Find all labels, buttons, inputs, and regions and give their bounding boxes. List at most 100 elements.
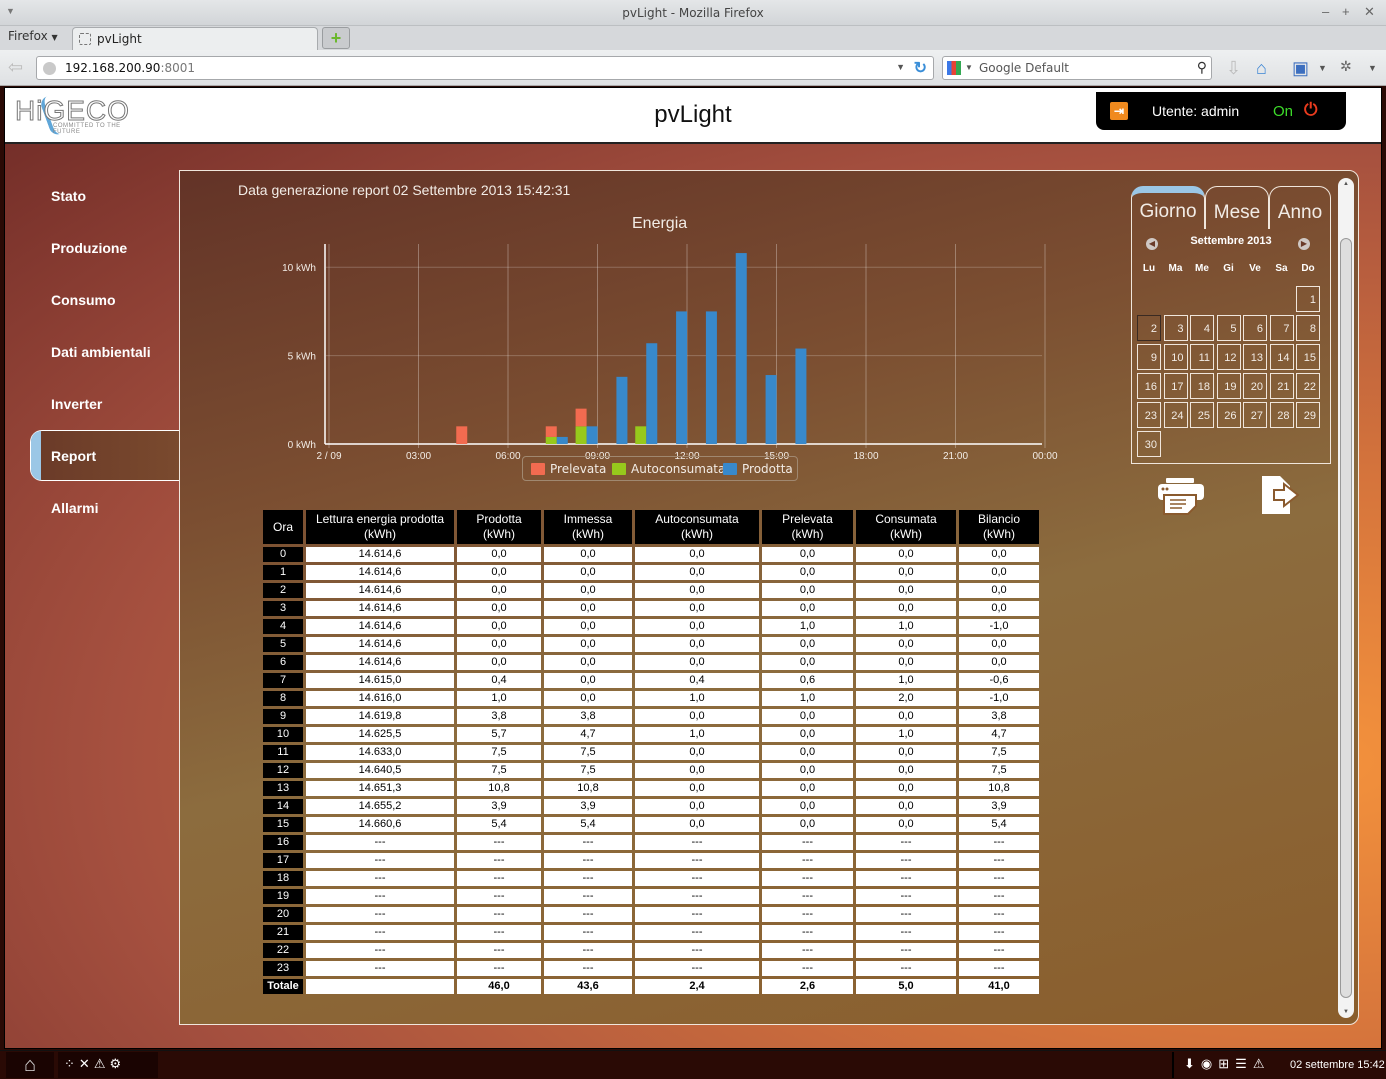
calendar-day[interactable]: 20 (1243, 373, 1267, 399)
warning-icon[interactable]: ⚠ (1253, 1056, 1271, 1071)
sidebar-item-produzione[interactable]: Produzione (51, 240, 127, 256)
logout-icon[interactable]: ⇥ (1110, 102, 1128, 120)
tab-mese[interactable]: Mese (1205, 186, 1269, 229)
calendar-day[interactable]: 21 (1269, 373, 1294, 399)
globe-icon[interactable]: ◉ (1201, 1056, 1218, 1071)
chevron-down-icon[interactable]: ▼ (1318, 63, 1327, 73)
calendar-day[interactable]: 9 (1137, 344, 1161, 370)
calendar-day[interactable]: 3 (1163, 315, 1188, 341)
new-tab-button[interactable]: + (322, 27, 350, 49)
tools-icon[interactable]: ✕ (79, 1056, 94, 1071)
warning-icon[interactable]: ⚠ (94, 1056, 110, 1071)
url-bar[interactable]: 192.168.200.90:8001 ▼ ↻ (36, 56, 934, 80)
export-button[interactable] (1258, 474, 1302, 516)
minimize-button[interactable]: – (1322, 4, 1329, 19)
sidebar-item-inverter[interactable]: Inverter (51, 396, 102, 412)
next-month-icon[interactable]: ▶ (1298, 238, 1310, 250)
home-icon[interactable]: ⌂ (6, 1052, 54, 1078)
calendar-day[interactable]: 6 (1243, 315, 1267, 341)
network-icon[interactable]: ⊞ (1218, 1056, 1235, 1071)
value-cell: 0,0 (457, 583, 541, 598)
weekday-label: Sa (1275, 263, 1288, 274)
reload-icon[interactable]: ↻ (914, 58, 927, 78)
maximize-button[interactable]: + (1342, 4, 1350, 19)
value-cell: --- (306, 961, 454, 976)
calendar-day[interactable]: 10 (1163, 344, 1188, 370)
sidebar-item-consumo[interactable]: Consumo (51, 292, 116, 308)
network-icon[interactable]: ⁘ (64, 1056, 79, 1071)
value-cell: 0,0 (856, 781, 956, 796)
legend-item-prelevata[interactable]: Prelevata (531, 462, 606, 476)
calendar-day[interactable]: 17 (1163, 373, 1188, 399)
tab-giorno[interactable]: Giorno (1131, 186, 1205, 229)
google-icon[interactable] (947, 61, 961, 75)
scrollbar-thumb[interactable] (1340, 238, 1352, 998)
bookmarks-icon[interactable]: ▣ (1292, 58, 1309, 79)
settings-icon[interactable]: ⚙ (109, 1056, 125, 1071)
weekday-label: Do (1301, 263, 1315, 274)
calendar-day[interactable]: 18 (1190, 373, 1214, 399)
value-cell: 1,0 (856, 673, 956, 688)
close-button[interactable]: ✕ (1364, 4, 1375, 20)
sidebar-item-stato[interactable]: Stato (51, 188, 86, 204)
sidebar-item-report[interactable]: Report (51, 448, 96, 464)
calendar-day[interactable]: 25 (1190, 402, 1214, 428)
legend-item-autoconsumata[interactable]: Autoconsumata (612, 462, 725, 476)
calendar-day[interactable]: 5 (1216, 315, 1241, 341)
scrollbar[interactable]: ▲ ▼ (1338, 178, 1354, 1018)
calendar-day[interactable]: 7 (1269, 315, 1294, 341)
legend-item-prodotta[interactable]: Prodotta (723, 462, 793, 476)
back-button[interactable]: ⇦ (8, 57, 32, 79)
calendar-day[interactable]: 8 (1296, 315, 1320, 341)
history-dropdown-icon[interactable]: ▼ (896, 62, 905, 72)
calendar-day[interactable]: 30 (1137, 431, 1161, 457)
calendar-day[interactable]: 24 (1163, 402, 1188, 428)
calendar-day[interactable]: 27 (1243, 402, 1267, 428)
download-icon[interactable]: ⬇ (1184, 1056, 1201, 1071)
download-icon[interactable]: ⇩ (1226, 58, 1241, 79)
calendar-day[interactable]: 19 (1216, 373, 1241, 399)
calendar-day[interactable]: 28 (1269, 402, 1294, 428)
value-cell: --- (856, 907, 956, 922)
addon-icon[interactable]: ✲ (1340, 58, 1352, 75)
firefox-menu-button[interactable]: Firefox ▼ (8, 29, 58, 43)
scroll-down-icon[interactable]: ▼ (1343, 1009, 1349, 1015)
search-icon[interactable]: ⚲ (1197, 59, 1207, 76)
table-row: 2 14.614,6 0,0 0,0 0,0 0,0 0,0 0,0 (263, 583, 1039, 598)
value-cell: --- (635, 835, 759, 850)
value-cell: 1,0 (856, 619, 956, 634)
power-icon[interactable]: ⏻ (1304, 100, 1317, 120)
calendar-day[interactable]: 23 (1137, 402, 1161, 428)
list-icon[interactable]: ☰ (1235, 1056, 1253, 1071)
calendar-day[interactable]: 12 (1216, 344, 1241, 370)
calendar-day[interactable]: 15 (1296, 344, 1320, 370)
tab-anno[interactable]: Anno (1269, 186, 1331, 229)
value-cell: --- (457, 925, 541, 940)
calendar-day[interactable]: 22 (1296, 373, 1320, 399)
calendar-day[interactable]: 26 (1216, 402, 1241, 428)
sidebar-item-dati-ambientali[interactable]: Dati ambientali (51, 344, 151, 360)
weekday-label: Gi (1223, 263, 1234, 274)
calendar-day[interactable]: 14 (1269, 344, 1294, 370)
calendar-day[interactable]: 4 (1190, 315, 1214, 341)
scroll-up-icon[interactable]: ▲ (1343, 181, 1349, 187)
chevron-down-icon[interactable]: ▼ (965, 63, 973, 72)
calendar-day[interactable]: 29 (1296, 402, 1320, 428)
calendar-day[interactable]: 11 (1190, 344, 1214, 370)
home-icon[interactable]: ⌂ (1256, 58, 1267, 79)
value-cell: 0,0 (544, 691, 632, 706)
calendar-day[interactable]: 13 (1243, 344, 1267, 370)
url-text[interactable]: 192.168.200.90:8001 (65, 61, 195, 75)
calendar-day[interactable]: 2 (1137, 315, 1161, 341)
calendar-day[interactable]: 1 (1296, 286, 1320, 312)
value-cell: 0,0 (762, 727, 853, 742)
search-bar[interactable]: ▼ Google Default ⚲ (942, 56, 1212, 80)
browser-tab[interactable]: pvLight (72, 27, 318, 51)
value-cell: 0,6 (762, 673, 853, 688)
sidebar-item-allarmi[interactable]: Allarmi (51, 500, 98, 516)
url-port: :8001 (160, 61, 196, 75)
chevron-down-icon[interactable]: ▼ (1368, 63, 1377, 73)
calendar-day[interactable]: 16 (1137, 373, 1161, 399)
print-button[interactable] (1156, 476, 1206, 516)
value-cell: --- (959, 925, 1039, 940)
